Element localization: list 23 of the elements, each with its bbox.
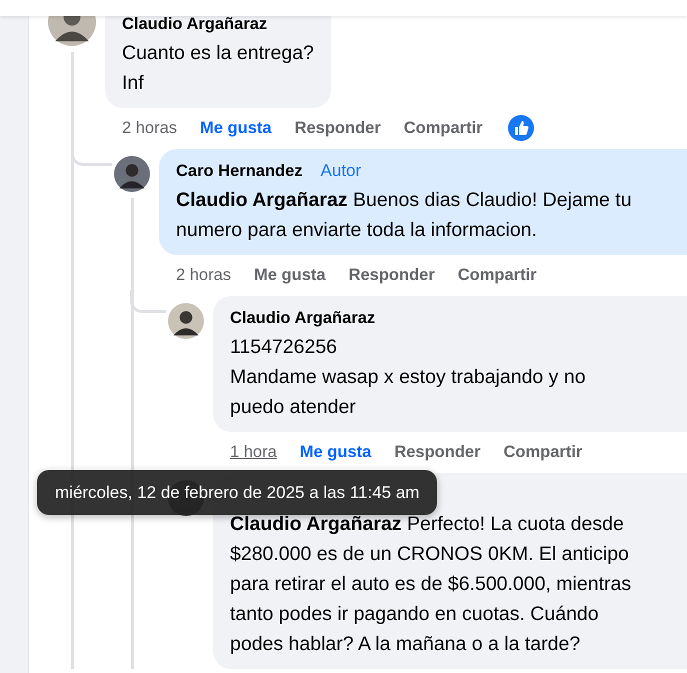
date-tooltip: miércoles, 12 de febrero de 2025 a las 11:45 am — [37, 470, 438, 515]
comment-text: Cuanto es la entrega? Inf — [122, 41, 314, 96]
share-link[interactable]: Compartir — [458, 266, 537, 284]
timestamp-link[interactable]: 2 horas — [122, 118, 178, 138]
share-link[interactable]: Compartir — [404, 118, 483, 138]
share-link[interactable]: Compartir — [504, 442, 582, 462]
author-name[interactable]: Claudio Argañaraz — [122, 14, 268, 34]
reply-link[interactable]: Responder — [394, 442, 480, 462]
like-link[interactable]: Me gusta — [254, 266, 326, 284]
like-link[interactable]: Me gusta — [300, 442, 372, 462]
like-link[interactable]: Me gusta — [200, 118, 272, 138]
timestamp-link[interactable]: 2 horas — [176, 266, 232, 284]
author-name[interactable]: Claudio Argañaraz — [230, 308, 376, 328]
avatar[interactable] — [114, 156, 150, 192]
comment-text: Claudio Argañaraz Buenos dias Claudio! Dejame tu numero para enviarte toda la informacion. — [176, 188, 633, 243]
author-label: Autor — [320, 161, 362, 181]
comment-text: Claudio Argañaraz Perfecto! La cuota desde $280.000 es de un CRONOS 0KM. El anticipo para retirar el auto es de $6.500.000, mientras tanto podes ir pagando en cuotas. Cuándo podes hablar? A la mañana o a la tarde? — [230, 512, 632, 657]
reply-link[interactable]: Responder — [348, 266, 435, 284]
author-name[interactable]: Caro Hernandez — [176, 162, 303, 180]
timestamp-link[interactable]: 1 hora — [230, 442, 277, 462]
comment-text: 1154726256 Mandame wasap x estoy trabajando y no puedo atender — [230, 335, 587, 420]
reply-link[interactable]: Responder — [294, 118, 381, 138]
avatar[interactable] — [168, 303, 204, 339]
